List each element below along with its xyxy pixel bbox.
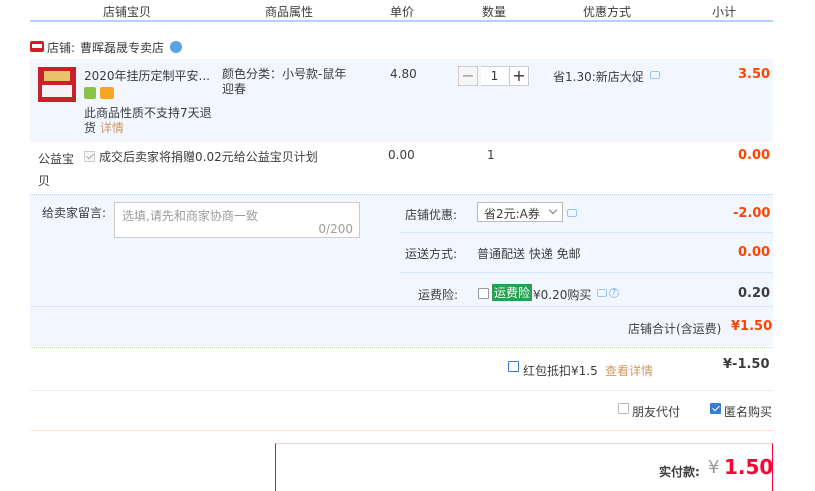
shipping-amount: 0.00 <box>738 245 771 260</box>
insurance-chat-icon[interactable] <box>597 289 607 297</box>
redpacket-label: 红包抵扣¥1.5 <box>523 364 598 378</box>
col-qty: 数量 <box>482 5 507 19</box>
shop-discount-amount: -2.00 <box>733 206 771 221</box>
qty-input[interactable]: 1 <box>481 66 508 86</box>
shop-name-link[interactable]: 曹晖磊晟专卖店 <box>80 39 164 56</box>
shop-discount-value: 省2元:A券 <box>484 207 540 221</box>
payment-summary: 实付款: ¥ 1.50 <box>275 443 773 491</box>
friend-pay-label: 朋友代付 <box>632 405 681 419</box>
card-icon <box>100 87 114 99</box>
shop-discount-label: 店铺优惠: <box>405 208 458 222</box>
discount-chat-icon[interactable] <box>567 209 577 217</box>
insurance-text: ¥0.20购买 <box>533 288 592 302</box>
insurance-checkbox[interactable] <box>478 288 489 299</box>
details-link[interactable]: 详情 <box>100 121 124 135</box>
anonymous-label: 匿名购买 <box>724 405 773 419</box>
chat-icon[interactable] <box>170 41 182 53</box>
message-placeholder: 选填,请先和商家协商一致 <box>122 209 258 223</box>
insurance-tag: 运费险 <box>492 284 533 301</box>
shipping-value: 普通配送 快递 免邮 <box>477 247 581 261</box>
shop-discount-select[interactable]: 省2元:A券 <box>477 202 563 222</box>
charity-checkbox <box>84 151 95 162</box>
item-promo: 省1.30:新店大促 <box>553 70 644 84</box>
redpacket-details-link[interactable]: 查看详情 <box>605 362 653 379</box>
item-attr: 颜色分类：小号款-鼠年迎春 <box>222 67 347 96</box>
friend-pay-checkbox[interactable] <box>618 403 629 414</box>
charity-text: 成交后卖家将捐赠0.02元给公益宝贝计划 <box>99 150 318 164</box>
shop-total-amount: ¥1.50 <box>731 319 773 334</box>
shop-total-label: 店铺合计(含运费) <box>628 322 722 336</box>
header-divider <box>30 20 773 22</box>
no-return-notice: 此商品性质不支持7天退货 详情 <box>84 106 219 136</box>
divider <box>30 347 773 348</box>
payment-currency: ¥ <box>708 457 720 478</box>
divider <box>30 306 773 307</box>
divider <box>30 430 773 431</box>
item-title-link[interactable]: 2020年挂历定制平安... <box>84 67 210 84</box>
col-subtotal: 小计 <box>712 5 737 19</box>
insurance-label: 运费险: <box>418 288 459 302</box>
insurance-amount: 0.20 <box>738 286 771 301</box>
divider <box>30 390 773 391</box>
redpacket-amount: ¥-1.50 <box>723 357 770 372</box>
col-price: 单价 <box>390 5 415 19</box>
anonymous-checkbox[interactable] <box>710 403 721 414</box>
shop-label: 店铺: <box>47 41 76 55</box>
tmall-icon <box>30 41 44 52</box>
item-subtotal: 3.50 <box>738 67 771 82</box>
chevron-down-icon <box>548 205 558 215</box>
col-shop-item: 店铺宝贝 <box>103 5 152 19</box>
redpacket-checkbox[interactable] <box>508 361 519 372</box>
charity-price: 0.00 <box>388 148 415 162</box>
charity-label: 公益宝贝 <box>38 152 75 188</box>
divider <box>400 272 773 273</box>
col-attr: 商品属性 <box>265 5 314 19</box>
payment-amount: 1.50 <box>724 455 774 479</box>
message-counter: 0/200 <box>318 222 353 236</box>
col-promo: 优惠方式 <box>583 5 632 19</box>
promo-chat-icon[interactable] <box>650 71 660 79</box>
payment-label: 实付款: <box>659 465 700 479</box>
charity-subtotal: 0.00 <box>738 148 771 163</box>
item-price: 4.80 <box>390 67 417 81</box>
guarantee-icon <box>84 87 96 99</box>
help-icon[interactable]: ? <box>609 288 619 298</box>
qty-plus-button[interactable]: + <box>509 66 529 86</box>
shipping-label: 运送方式: <box>405 247 458 261</box>
qty-minus-button[interactable]: − <box>458 66 478 86</box>
product-thumbnail[interactable] <box>38 67 76 102</box>
charity-qty: 1 <box>487 148 495 162</box>
divider <box>400 232 773 233</box>
message-input[interactable]: 选填,请先和商家协商一致 0/200 <box>114 202 360 238</box>
message-label: 给卖家留言: <box>42 206 107 220</box>
